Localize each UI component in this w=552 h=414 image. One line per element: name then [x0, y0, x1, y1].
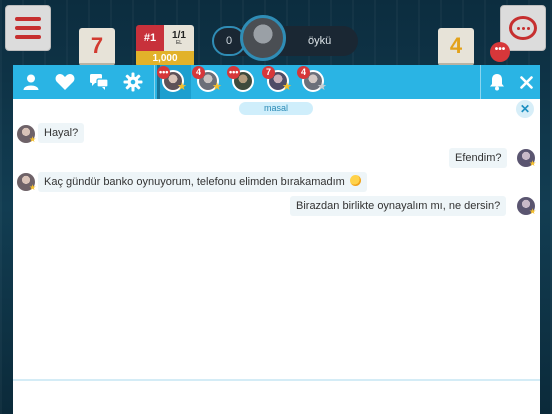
- conversation-badge: 4: [297, 66, 310, 79]
- partner-avatar[interactable]: ★: [17, 125, 37, 144]
- smiley-emoji-icon: [349, 175, 361, 186]
- settings-icon: [123, 72, 143, 92]
- star-icon: ★: [317, 81, 327, 93]
- message-bubble: Hayal?: [38, 123, 85, 143]
- my-avatar[interactable]: ★: [517, 197, 537, 216]
- star-icon: ★: [29, 183, 37, 192]
- score-panel: #1 1/1 EL 1,000: [136, 25, 194, 67]
- player-name: öykü: [308, 35, 332, 47]
- star-icon: ★: [282, 81, 292, 93]
- round-sub-label: EL: [175, 39, 183, 46]
- close-chat-button[interactable]: [513, 65, 540, 99]
- conversation-badge: 7: [262, 66, 275, 79]
- message-bubble: Efendim?: [449, 148, 508, 168]
- menu-button[interactable]: [5, 5, 51, 51]
- conversation-badge: 4: [192, 66, 205, 79]
- chat-window: ••• ★ 4 ★ ••• 7 ★ 4 ★ masal ✕ ★ Hayal? E…: [13, 65, 540, 414]
- chat-notification-badge: •••: [490, 42, 510, 62]
- settings-button[interactable]: [117, 65, 149, 99]
- friends-button[interactable]: [15, 65, 47, 99]
- notifications-button[interactable]: [483, 65, 511, 99]
- rank-label: #1: [136, 25, 164, 51]
- star-icon: ★: [177, 81, 187, 93]
- conversation-tab-3[interactable]: •••: [227, 65, 261, 99]
- message-bubble: Birazdan birlikte oynayalım mı, ne dersi…: [290, 196, 507, 216]
- round-label: 1/1: [172, 29, 186, 41]
- conversation-partner-name[interactable]: masal: [239, 102, 313, 115]
- player-avatar[interactable]: [240, 15, 286, 61]
- star-icon: ★: [529, 207, 537, 216]
- star-icon: ★: [212, 81, 222, 93]
- conversation-tab-1[interactable]: ••• ★: [157, 65, 191, 99]
- chat-toolbar: ••• ★ 4 ★ ••• 7 ★ 4 ★: [13, 65, 540, 99]
- partner-avatar[interactable]: ★: [17, 173, 37, 192]
- close-icon: [520, 75, 533, 89]
- messages-button[interactable]: [83, 65, 115, 99]
- message-input[interactable]: [13, 381, 540, 414]
- indicator-tile-red: 7: [79, 28, 115, 66]
- bell-icon: [490, 74, 504, 91]
- conversation-tab-5[interactable]: 4 ★: [297, 65, 331, 99]
- my-avatar[interactable]: ★: [517, 149, 537, 168]
- user-icon: [23, 74, 39, 90]
- indicator-tile-yellow: 4: [438, 28, 474, 66]
- message-bubble: Kaç gündür banko oynuyorum, telefonu eli…: [38, 172, 367, 192]
- chat-icon: [509, 16, 537, 40]
- close-conversation-button[interactable]: ✕: [516, 100, 534, 118]
- chat-bubbles-icon: [90, 74, 109, 90]
- menu-icon: [15, 17, 41, 21]
- conversation-tab-2[interactable]: 4 ★: [192, 65, 226, 99]
- star-icon: ★: [529, 159, 537, 168]
- conversation-tab-4[interactable]: 7 ★: [262, 65, 296, 99]
- star-icon: ★: [29, 135, 37, 144]
- message-input-bar: [13, 379, 540, 414]
- close-icon: ✕: [519, 102, 531, 116]
- favorites-button[interactable]: [49, 65, 81, 99]
- heart-icon: [55, 74, 75, 90]
